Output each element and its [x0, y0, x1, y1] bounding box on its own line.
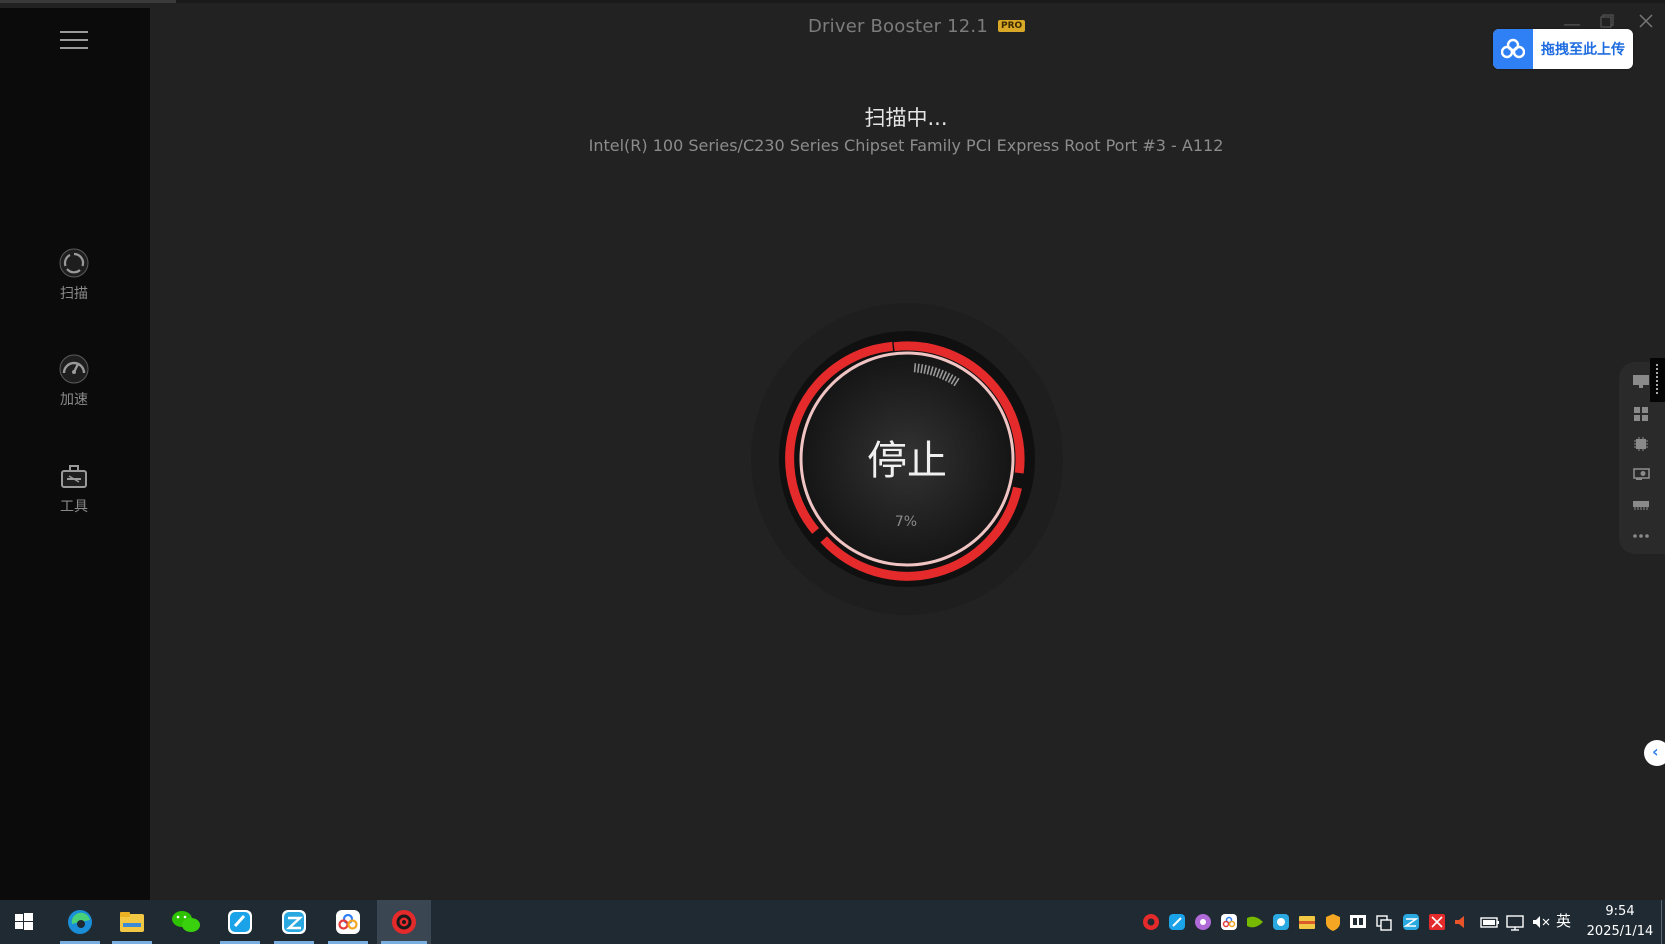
sidebar-item-speedup[interactable]: 加速 [35, 353, 113, 423]
progress-percent: 7% [894, 514, 918, 530]
top-edge [0, 0, 1665, 3]
app-blue-icon[interactable] [216, 900, 264, 944]
sidebar-item-tools[interactable]: 工具 [35, 460, 113, 530]
tray-nvidia-icon [1247, 916, 1263, 928]
tray-speaker-red-icon [1455, 916, 1464, 928]
stop-label: 停止 [867, 438, 947, 484]
clock-time: 9:54 [1605, 904, 1635, 919]
upload-button[interactable]: 拖拽至此上传 [1493, 29, 1633, 69]
tray-battery-icon [1480, 917, 1499, 928]
wechat-icon[interactable] [162, 900, 210, 944]
system-tray [1143, 914, 1550, 931]
toolbox-icon [61, 465, 87, 488]
tray-red-icon [1429, 914, 1445, 930]
close-icon[interactable] [1638, 13, 1654, 34]
windows-icon[interactable] [1632, 406, 1650, 422]
tray-display-icon [1350, 915, 1366, 928]
clock[interactable]: 9:54 2025/1/14 [1584, 902, 1656, 942]
clock-date: 2025/1/14 [1586, 924, 1654, 939]
graphics-card-icon[interactable] [1632, 466, 1650, 482]
collapse-panel-button[interactable]: ‹ [1644, 740, 1665, 766]
tray-cloud-icon [1273, 914, 1289, 930]
tray-app-cloud-icon [1403, 914, 1419, 930]
speedometer-icon [59, 354, 89, 384]
file-explorer-icon[interactable] [108, 900, 156, 944]
monitor-icon[interactable] [1632, 374, 1650, 390]
tray-netdisk-icon [1221, 914, 1237, 930]
tray-purple-icon [1195, 914, 1211, 930]
baidu-netdisk-icon[interactable] [324, 900, 372, 944]
pro-badge: PRO [998, 20, 1026, 32]
chip-icon[interactable] [1632, 436, 1650, 452]
window-title: Driver Booster 12.1 PRO [808, 14, 1026, 38]
tray-window-icon [1376, 915, 1392, 931]
show-desktop-button[interactable] [1661, 900, 1662, 944]
sidebar-item-scan[interactable]: 扫描 [35, 247, 113, 317]
tray-app-blue-icon [1169, 914, 1185, 930]
sidebar-item-label: 加速 [60, 392, 88, 408]
driver-booster-icon[interactable] [377, 900, 431, 944]
baidu-netdisk-icon [1493, 29, 1533, 69]
tray-folder-icon [1299, 916, 1315, 929]
tray-volume-muted-icon [1533, 916, 1550, 928]
more-icon[interactable] [1632, 528, 1650, 544]
sidebar-item-label: 扫描 [60, 286, 88, 302]
app-title: Driver Booster 12.1 [808, 15, 988, 37]
menu-icon[interactable] [60, 31, 88, 51]
scan-icon [59, 248, 89, 278]
memory-icon[interactable] [1632, 496, 1650, 512]
ime-indicator[interactable]: 英 [1556, 910, 1571, 931]
tray-network-icon [1506, 915, 1524, 931]
start-icon[interactable] [0, 900, 48, 944]
tray-record-icon [1143, 914, 1159, 930]
sidebar-item-label: 工具 [60, 499, 88, 515]
scan-status: 扫描中... [864, 106, 948, 130]
app-cloud-icon[interactable] [270, 900, 318, 944]
edge-icon[interactable] [56, 900, 104, 944]
tray-shield-icon [1326, 914, 1340, 931]
scan-current-item: Intel(R) 100 Series/C230 Series Chipset … [588, 136, 1224, 155]
upload-label: 拖拽至此上传 [1541, 42, 1625, 58]
panel-scrollbar[interactable] [1650, 358, 1665, 402]
